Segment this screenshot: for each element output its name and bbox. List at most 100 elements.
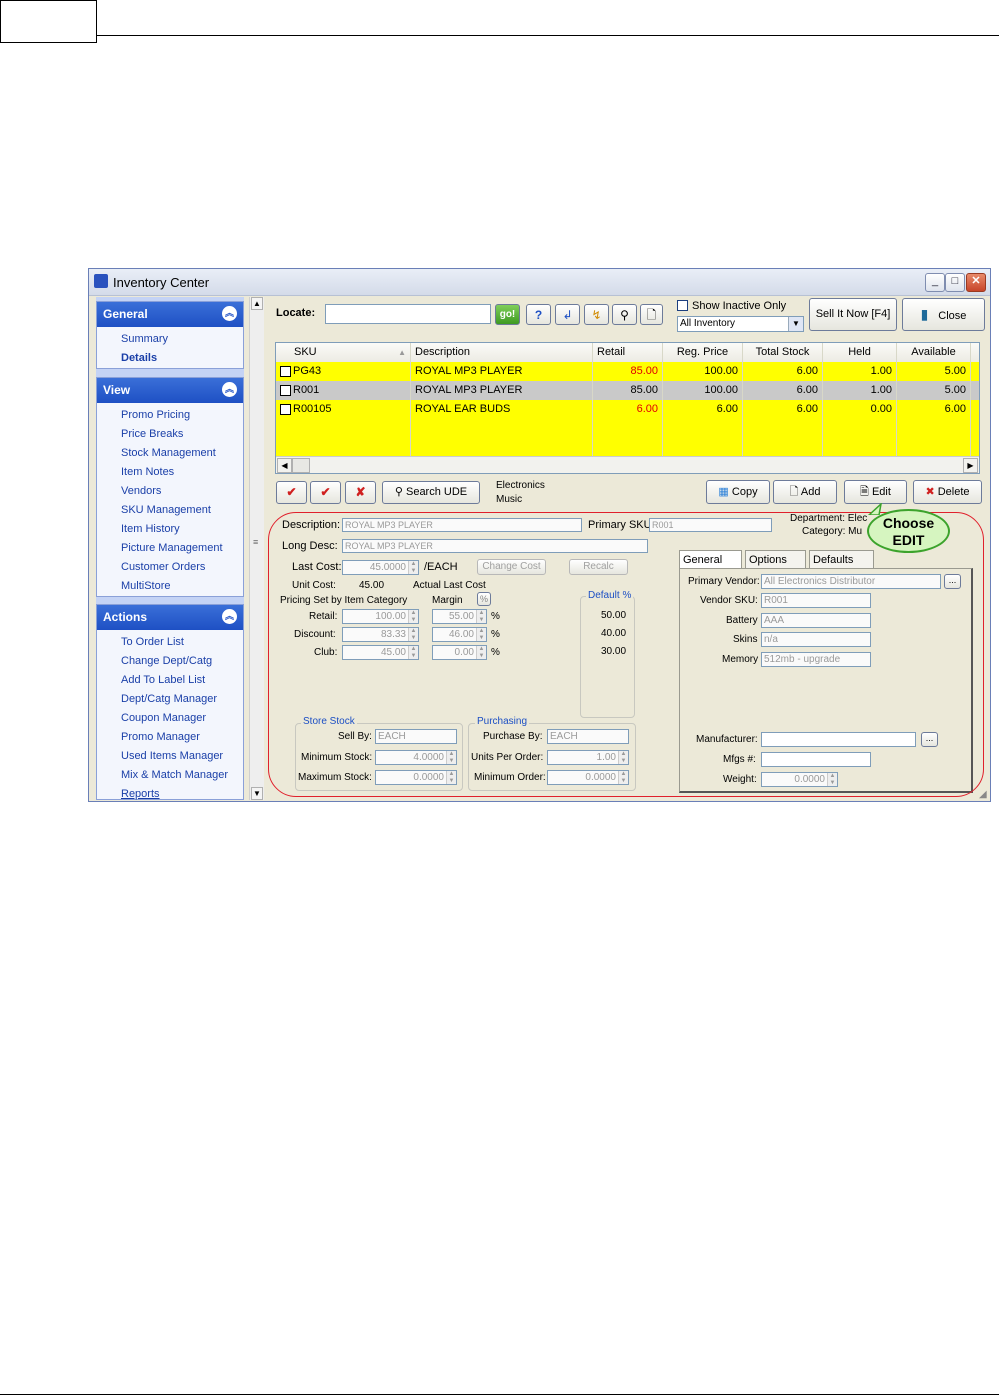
reg-price-cell: 100.00 <box>663 381 743 400</box>
scroll-right-icon[interactable]: ▶ <box>963 458 978 473</box>
category-line-1: Electronics <box>496 480 545 491</box>
nav-item-reports[interactable]: Reports <box>97 785 243 804</box>
edit-button[interactable]: 🗎 Edit <box>844 480 907 504</box>
delete-label: Delete <box>937 486 970 498</box>
nav-item-mix-match-manager[interactable]: Mix & Match Manager <box>97 766 243 785</box>
description-cell: ROYAL MP3 PLAYER <box>411 362 593 381</box>
nav-item-to-order-list[interactable]: To Order List <box>97 633 243 652</box>
nav-item-summary[interactable]: Summary <box>97 330 243 349</box>
nav-actions-title: Actions <box>103 610 148 624</box>
window-close-button[interactable]: ✕ <box>966 273 986 292</box>
nav-item-used-items-manager[interactable]: Used Items Manager <box>97 747 243 766</box>
resize-grip-icon[interactable]: ◢ <box>979 789 987 800</box>
nav-item-price-breaks[interactable]: Price Breaks <box>97 425 243 444</box>
table-row[interactable]: R001 ROYAL MP3 PLAYER 85.00 100.00 6.00 … <box>276 381 979 400</box>
nav-item-promo-manager[interactable]: Promo Manager <box>97 728 243 747</box>
nav-item-vendors[interactable]: Vendors <box>97 482 243 501</box>
minimize-button[interactable]: _ <box>925 273 945 292</box>
nav-item-stock-management[interactable]: Stock Management <box>97 444 243 463</box>
inventory-filter-value: All Inventory <box>680 318 736 329</box>
collapse-chevron-icon[interactable]: ︽ <box>222 306 237 321</box>
scroll-up-icon[interactable]: ▲ <box>251 297 263 310</box>
show-inactive-checkbox[interactable] <box>677 300 688 311</box>
grid-horizontal-scrollbar[interactable]: ◀ ▶ <box>276 456 979 473</box>
nav-item-customer-orders[interactable]: Customer Orders <box>97 558 243 577</box>
description-cell: ROYAL MP3 PLAYER <box>411 381 593 400</box>
scroll-down-icon[interactable]: ▼ <box>251 787 263 800</box>
nav-item-add-to-label-list[interactable]: Add To Label List <box>97 671 243 690</box>
check-all-icon[interactable]: ✔ <box>276 481 307 504</box>
search-ude-button[interactable]: ⚲ Search UDE <box>382 481 480 504</box>
nav-item-promo-pricing[interactable]: Promo Pricing <box>97 406 243 425</box>
retail-cell: 85.00 <box>593 381 663 400</box>
row-checkbox[interactable] <box>280 403 291 415</box>
nav-scrollbar[interactable]: ▲ ≡ ▼ <box>249 297 264 800</box>
retail-cell: 85.00 <box>593 362 663 381</box>
row-checkbox[interactable] <box>280 384 291 396</box>
scroll-left-icon[interactable]: ◀ <box>277 458 292 473</box>
sku-cell: R00105 <box>276 400 411 456</box>
uncheck-icon[interactable]: ✘ <box>345 481 376 504</box>
nav-item-picture-management[interactable]: Picture Management <box>97 539 243 558</box>
collapse-chevron-icon[interactable]: ︽ <box>222 382 237 397</box>
title-bar[interactable]: Inventory Center _ □ ✕ <box>89 269 990 296</box>
locate-input[interactable] <box>325 304 491 324</box>
copy-button[interactable]: ▦ Copy <box>706 480 770 504</box>
description-cell: ROYAL EAR BUDS <box>411 400 593 456</box>
column-header-available[interactable]: Available <box>897 343 971 362</box>
go-button[interactable]: go! <box>495 304 520 325</box>
nav-section-general: General ︽ Summary Details <box>96 301 244 369</box>
delete-x-icon: ✖ <box>925 486 935 498</box>
splitter-grip-icon[interactable]: ≡ <box>253 537 258 547</box>
nav-item-coupon-manager[interactable]: Coupon Manager <box>97 709 243 728</box>
nav-general-header[interactable]: General ︽ <box>97 302 243 327</box>
close-button[interactable]: ▮ Close <box>902 298 985 331</box>
table-row[interactable]: PG43 ROYAL MP3 PLAYER 85.00 100.00 6.00 … <box>276 362 979 381</box>
callout-pointer <box>867 503 882 515</box>
back-arrow-icon[interactable]: ↲ <box>555 304 580 325</box>
table-row[interactable]: R00105 ROYAL EAR BUDS 6.00 6.00 6.00 0.0… <box>276 400 979 456</box>
document-search-icon[interactable]: 🗋 <box>640 304 663 325</box>
add-button[interactable]: 🗋 Add <box>773 480 837 504</box>
held-cell: 1.00 <box>823 362 897 381</box>
inventory-center-window: Inventory Center _ □ ✕ General ︽ Summary… <box>88 268 991 802</box>
row-checkbox[interactable] <box>280 365 291 377</box>
nav-item-item-history[interactable]: Item History <box>97 520 243 539</box>
column-header-retail[interactable]: Retail <box>593 343 663 362</box>
grid-header-row: SKU ▲ Description Retail Reg. Price Total… <box>276 343 979 363</box>
edit-label: Edit <box>871 486 891 498</box>
nav-section-view: View ︽ Promo Pricing Price Breaks Stock … <box>96 377 244 597</box>
nav-view-header[interactable]: View ︽ <box>97 378 243 403</box>
delete-button[interactable]: ✖ Delete <box>913 480 982 504</box>
available-cell: 5.00 <box>897 362 971 381</box>
column-header-description[interactable]: Description <box>411 343 593 362</box>
sku-cell: R001 <box>276 381 411 400</box>
nav-item-sku-management[interactable]: SKU Management <box>97 501 243 520</box>
show-inactive-label: Show Inactive Only <box>692 300 787 312</box>
nav-item-item-notes[interactable]: Item Notes <box>97 463 243 482</box>
refresh-icon[interactable]: ↯ <box>584 304 609 325</box>
column-header-sku[interactable]: SKU ▲ <box>276 343 411 362</box>
held-cell: 0.00 <box>823 400 897 456</box>
nav-actions-header[interactable]: Actions ︽ <box>97 605 243 630</box>
nav-item-details[interactable]: Details <box>97 349 243 368</box>
scroll-thumb[interactable] <box>292 458 310 473</box>
inventory-grid: SKU ▲ Description Retail Reg. Price Total… <box>275 342 980 474</box>
collapse-chevron-icon[interactable]: ︽ <box>222 609 237 624</box>
inventory-filter-select[interactable]: All Inventory ▼ <box>677 316 804 332</box>
binoculars-icon[interactable]: ⚲ <box>612 304 637 325</box>
chevron-down-icon[interactable]: ▼ <box>788 317 803 331</box>
sell-it-now-button[interactable]: Sell It Now [F4] <box>809 298 897 331</box>
column-header-reg-price[interactable]: Reg. Price <box>663 343 743 362</box>
nav-item-multistore[interactable]: MultiStore <box>97 577 243 596</box>
copy-label: Copy <box>731 486 758 498</box>
column-header-total-stock[interactable]: Total Stock <box>743 343 823 362</box>
callout-line-1: Choose <box>882 515 935 531</box>
check-special-icon[interactable]: ✔ <box>310 481 341 504</box>
nav-item-change-dept-catg[interactable]: Change Dept/Catg <box>97 652 243 671</box>
help-icon[interactable]: ? <box>526 304 551 325</box>
nav-item-dept-catg-manager[interactable]: Dept/Catg Manager <box>97 690 243 709</box>
binoculars-icon: ⚲ <box>394 486 403 498</box>
maximize-button[interactable]: □ <box>945 273 965 292</box>
column-header-held[interactable]: Held <box>823 343 897 362</box>
